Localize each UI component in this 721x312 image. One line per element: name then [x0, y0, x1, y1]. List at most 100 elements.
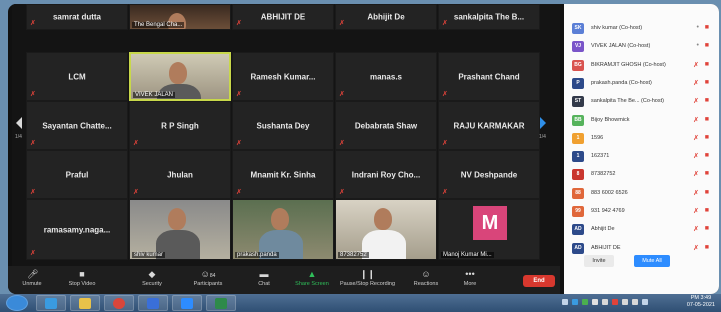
start-button[interactable]	[6, 295, 28, 311]
participant-tile[interactable]: samrat dutta ✗	[26, 4, 128, 30]
participant-tile[interactable]: Mnamit Kr. Sinha ✗	[232, 150, 334, 199]
mute-all-button[interactable]: Mute All	[634, 255, 670, 267]
stop-video-button[interactable]: ■ Stop Video	[60, 269, 104, 293]
battery-icon[interactable]	[632, 299, 638, 305]
participant-tile[interactable]: Debabrata Shaw ✗	[335, 101, 437, 150]
participant-tile[interactable]: Sushanta Dey ✗	[232, 101, 334, 150]
participant-tile[interactable]: 87382752	[335, 199, 437, 260]
tray-icon[interactable]	[642, 299, 648, 305]
unmute-button[interactable]: 🎤︎ Unmute	[10, 269, 54, 293]
participant-row[interactable]: BB Bijoy Bhowmick ✗ ■	[564, 110, 719, 130]
participant-tile[interactable]: Abhijit De ✗	[335, 4, 437, 30]
participant-row[interactable]: ST sankalpita The Be... (Co-host) ✗ ■	[564, 91, 719, 111]
tray-icon[interactable]	[572, 299, 578, 305]
volume-icon[interactable]	[622, 299, 628, 305]
video-off-icon[interactable]: ■	[705, 24, 709, 31]
previous-page-arrow[interactable]	[14, 116, 24, 130]
video-off-icon[interactable]: ■	[705, 42, 709, 49]
video-off-icon[interactable]: ■	[705, 207, 709, 214]
muted-mic-icon[interactable]: ✗	[693, 134, 699, 142]
end-meeting-button[interactable]: End	[523, 275, 555, 287]
participant-tile[interactable]: The Bengal Cha...	[129, 4, 231, 30]
reactions-button[interactable]: ☺ Reactions	[404, 269, 448, 293]
participant-name: 883 6002 6526	[591, 189, 628, 196]
taskbar-chrome[interactable]	[104, 295, 134, 311]
video-off-icon[interactable]: ■	[705, 134, 709, 141]
participant-tile[interactable]: LCM ✗	[26, 52, 128, 101]
participant-row[interactable]: VJ VIVEK JALAN (Co-host) • ■	[564, 36, 719, 56]
participant-tile[interactable]: RAJU KARMAKAR ✗	[438, 101, 540, 150]
participant-tile[interactable]: Prashant Chand ✗	[438, 52, 540, 101]
video-off-icon[interactable]: ■	[705, 244, 709, 251]
muted-mic-icon: ✗	[236, 140, 242, 147]
participants-button[interactable]: ☺84 Participants	[186, 269, 230, 293]
participant-row[interactable]: 99 931 942 4769 ✗ ■	[564, 201, 719, 221]
taskbar-zoom[interactable]	[172, 295, 202, 311]
taskbar-browser[interactable]	[36, 295, 66, 311]
taskbar-app[interactable]	[138, 295, 168, 311]
participant-row[interactable]: AD Abhijit De ✗ ■	[564, 219, 719, 239]
video-off-icon[interactable]: ■	[705, 152, 709, 159]
participant-tile[interactable]: sankalpita The B... ✗	[438, 4, 540, 30]
taskbar-excel[interactable]	[206, 295, 236, 311]
participant-tile[interactable]: Praful ✗	[26, 150, 128, 199]
muted-mic-icon[interactable]: ✗	[693, 152, 699, 160]
chat-button[interactable]: ▬ Chat	[242, 269, 286, 293]
muted-mic-icon[interactable]: ✗	[693, 61, 699, 69]
tray-icon[interactable]	[612, 299, 618, 305]
video-off-icon[interactable]: ■	[705, 189, 709, 196]
participant-tile[interactable]: VIVEK JALAN	[129, 52, 231, 101]
participant-row[interactable]: 1 162371 ✗ ■	[564, 146, 719, 166]
network-icon[interactable]	[602, 299, 608, 305]
video-off-icon[interactable]: ■	[705, 116, 709, 123]
share-screen-button[interactable]: ▲ Share Screen	[290, 269, 334, 293]
participant-avatar: BG	[572, 59, 584, 71]
muted-mic-icon[interactable]: ✗	[693, 116, 699, 124]
muted-mic-icon[interactable]: ✗	[693, 225, 699, 233]
video-off-icon[interactable]: ■	[705, 170, 709, 177]
taskbar-folder[interactable]	[70, 295, 100, 311]
shield-icon: ◆	[148, 269, 156, 279]
participant-tile[interactable]: ABHIJIT DE ✗	[232, 4, 334, 30]
participant-tile[interactable]: M Manoj Kumar Mi...	[438, 199, 540, 260]
security-button[interactable]: ◆ Security	[130, 269, 174, 293]
system-clock[interactable]: PM 3:49 07-05-2021	[687, 295, 715, 309]
mic-icon[interactable]: •	[697, 24, 699, 31]
participant-row[interactable]: 1 1596 ✗ ■	[564, 128, 719, 148]
muted-mic-icon[interactable]: ✗	[693, 244, 699, 252]
participant-row[interactable]: BG BIKRAMJIT GHOSH (Co-host) ✗ ■	[564, 55, 719, 75]
video-off-icon[interactable]: ■	[705, 97, 709, 104]
windows-taskbar: PM 3:49 07-05-2021	[0, 294, 721, 312]
tray-icon[interactable]	[562, 299, 568, 305]
participant-tile[interactable]: Jhulan ✗	[129, 150, 231, 199]
invite-button[interactable]: Invite	[584, 255, 614, 267]
participant-tile[interactable]: Ramesh Kumar... ✗	[232, 52, 334, 101]
muted-mic-icon[interactable]: ✗	[693, 189, 699, 197]
participant-row[interactable]: 88 883 6002 6526 ✗ ■	[564, 183, 719, 203]
participant-tile[interactable]: Indrani Roy Cho... ✗	[335, 150, 437, 199]
tray-icon[interactable]	[592, 299, 598, 305]
participant-tile[interactable]: Sayantan Chatte... ✗	[26, 101, 128, 150]
participant-tile[interactable]: prakash.panda	[232, 199, 334, 260]
video-off-icon[interactable]: ■	[705, 225, 709, 232]
muted-mic-icon[interactable]: ✗	[693, 79, 699, 87]
participant-tile[interactable]: shiv kumar	[129, 199, 231, 260]
next-page-arrow[interactable]	[538, 116, 548, 130]
participant-tile[interactable]: manas.s ✗	[335, 52, 437, 101]
muted-mic-icon[interactable]: ✗	[693, 97, 699, 105]
participant-row[interactable]: SK shiv kumar (Co-host) • ■	[564, 18, 719, 38]
participant-tile[interactable]: NV Deshpande ✗	[438, 150, 540, 199]
pause-recording-button[interactable]: ❙❙ Pause/Stop Recording	[340, 269, 395, 293]
participant-tile[interactable]: R P Singh ✗	[129, 101, 231, 150]
video-off-icon[interactable]: ■	[705, 79, 709, 86]
tray-icon[interactable]	[582, 299, 588, 305]
muted-mic-icon[interactable]: ✗	[693, 170, 699, 178]
muted-mic-icon[interactable]: ✗	[693, 207, 699, 215]
participant-row[interactable]: Pprakash.panda (Co-host) ✗ ■	[564, 73, 719, 93]
participant-row[interactable]: 8 87382752 ✗ ■	[564, 164, 719, 184]
participant-tile[interactable]: ramasamy.naga... ✗	[26, 199, 128, 260]
mic-icon[interactable]: •	[697, 42, 699, 49]
more-button[interactable]: ••• More	[448, 269, 492, 293]
video-off-icon[interactable]: ■	[705, 61, 709, 68]
participant-name: shiv kumar (Co-host)	[591, 25, 643, 31]
